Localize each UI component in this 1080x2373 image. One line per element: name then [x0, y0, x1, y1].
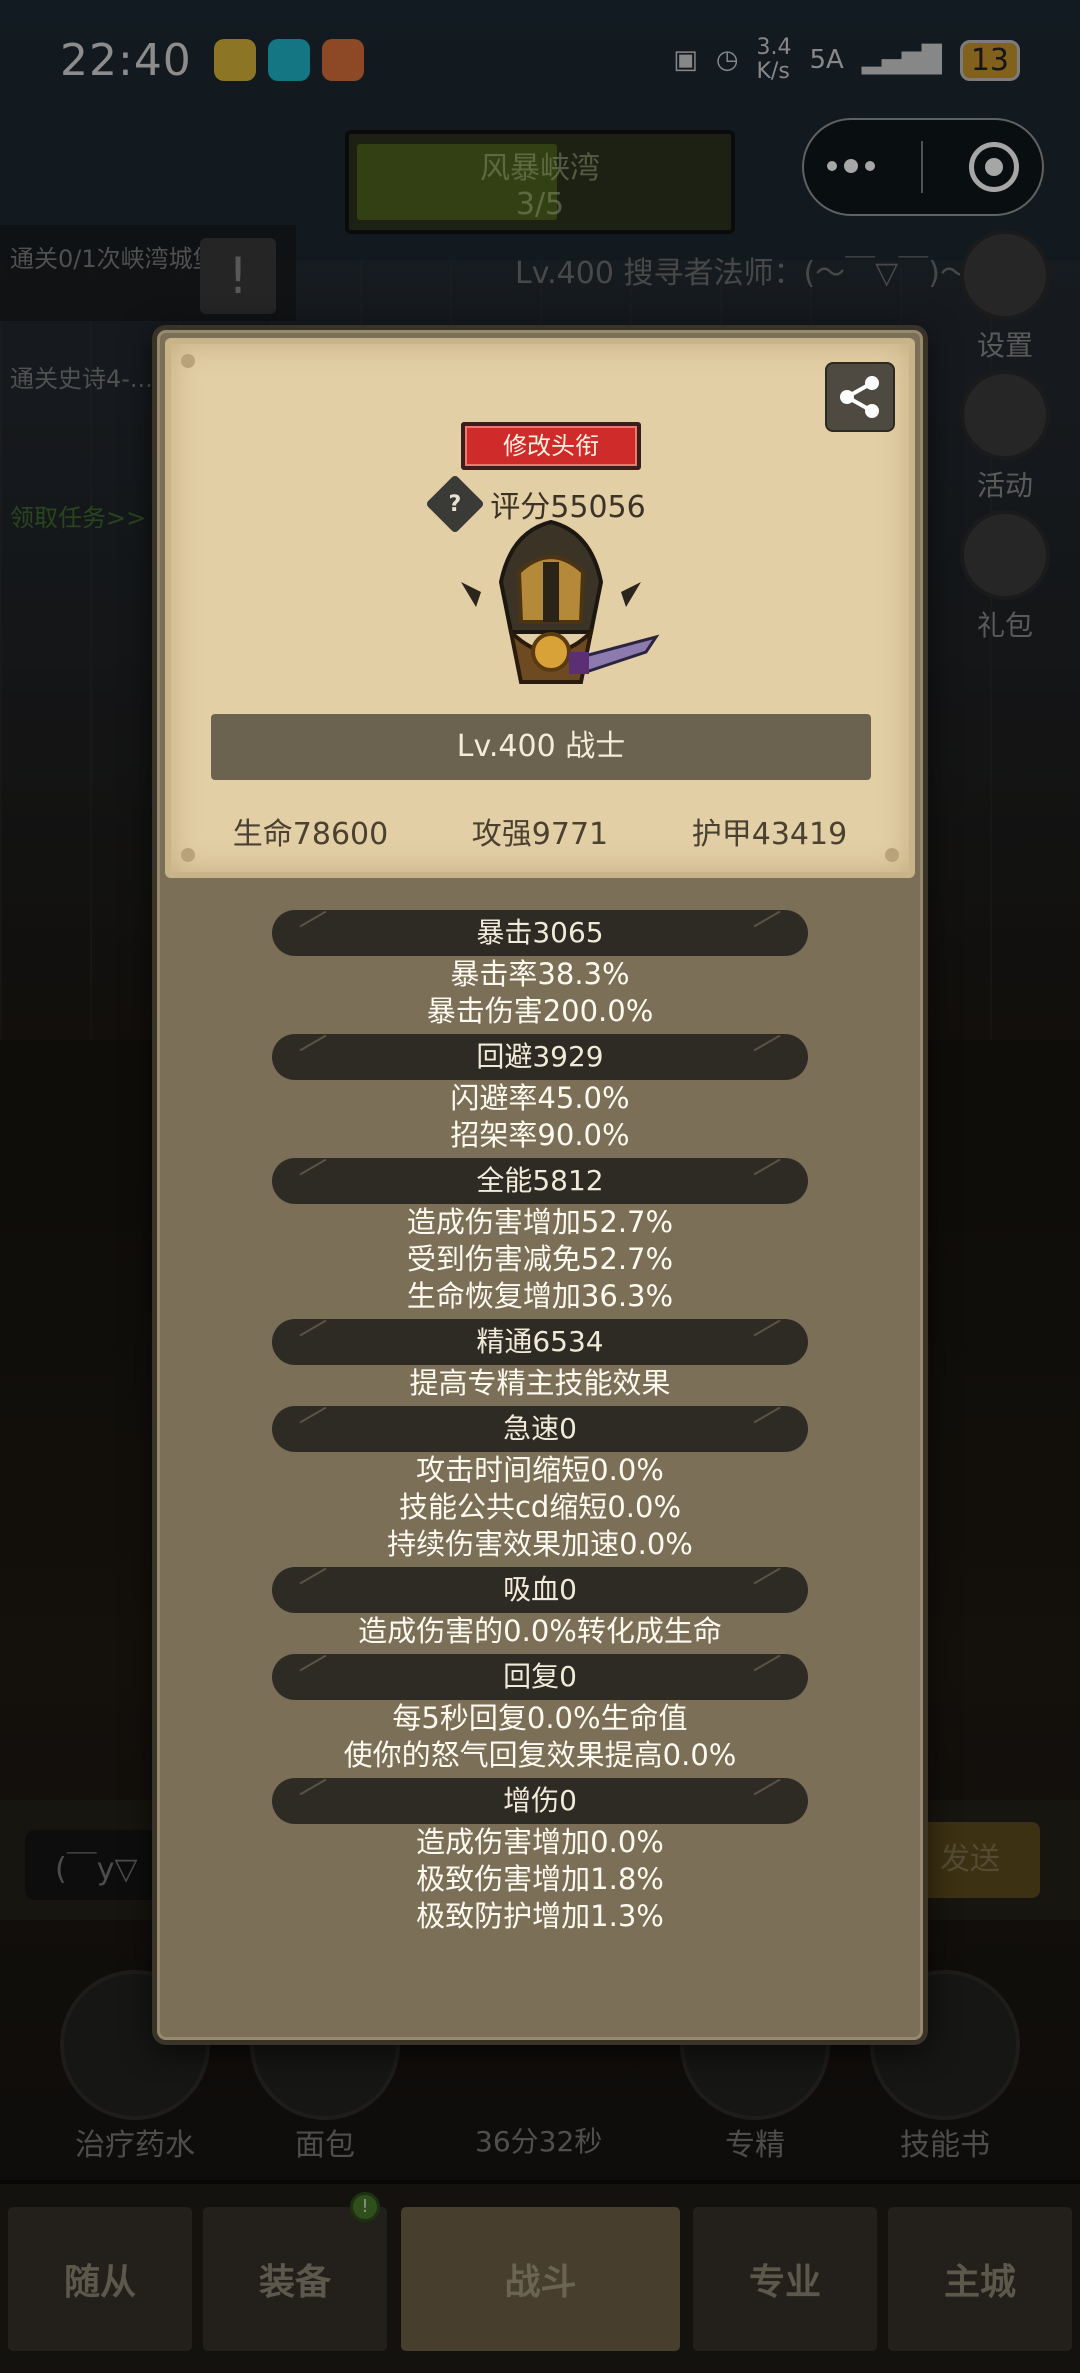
- share-button[interactable]: [825, 362, 895, 432]
- armor-stat: 护甲43419: [691, 817, 848, 852]
- attr-leech: 吸血0 造成伤害的0.0%转化成生命: [157, 1567, 923, 1650]
- attr-detail: 极致防护增加1.3%: [416, 1899, 664, 1933]
- attr-detail: 受到伤害减免52.7%: [406, 1242, 674, 1276]
- attr-detail: 招架率90.0%: [450, 1118, 630, 1152]
- attr-header: 急速0: [272, 1406, 808, 1452]
- attr-mastery: 精通6534 提高专精主技能效果: [157, 1319, 923, 1402]
- attr-detail: 造成伤害增加52.7%: [406, 1205, 674, 1239]
- attr-detail: 持续伤害效果加速0.0%: [387, 1527, 693, 1561]
- attack-power-stat: 攻强9771: [471, 817, 609, 852]
- attr-avoidance: 回避3929 闪避率45.0% 招架率90.0%: [157, 1034, 923, 1154]
- share-icon: [840, 376, 879, 418]
- attr-detail: 造成伤害的0.0%转化成生命: [358, 1614, 722, 1648]
- attr-versatility: 全能5812 造成伤害增加52.7% 受到伤害减免52.7% 生命恢复增加36.…: [157, 1158, 923, 1315]
- attr-haste: 急速0 攻击时间缩短0.0% 技能公共cd缩短0.0% 持续伤害效果加速0.0%: [157, 1406, 923, 1563]
- attribute-list: 暴击3065 暴击率38.3% 暴击伤害200.0% 回避3929 闪避率45.…: [157, 910, 923, 1939]
- attr-header: 精通6534: [272, 1319, 808, 1365]
- warrior-portrait: [461, 519, 660, 684]
- level-class-label: Lv.400 战士: [211, 714, 871, 780]
- attr-detail: 提高专精主技能效果: [409, 1366, 671, 1400]
- attr-header: 吸血0: [272, 1567, 808, 1613]
- attr-detail: 生命恢复增加36.3%: [406, 1279, 674, 1313]
- attr-damage-bonus: 增伤0 造成伤害增加0.0% 极致伤害增加1.8% 极致防护增加1.3%: [157, 1778, 923, 1935]
- attr-detail: 暴击率38.3%: [450, 957, 630, 991]
- attr-detail: 极致伤害增加1.8%: [416, 1862, 664, 1896]
- character-info-card: 修改头衔 ? 评分55056 Lv.400 战士 生命78600 攻强9771 …: [152, 325, 928, 2045]
- edit-title-button[interactable]: 修改头衔: [461, 422, 641, 470]
- attr-crit: 暴击3065 暴击率38.3% 暴击伤害200.0%: [157, 910, 923, 1030]
- attr-header: 回避3929: [272, 1034, 808, 1080]
- attr-detail: 攻击时间缩短0.0%: [416, 1453, 664, 1487]
- base-stats: 生命78600 攻强9771 护甲43419: [171, 809, 909, 853]
- attr-detail: 每5秒回复0.0%生命值: [392, 1701, 688, 1735]
- hp-stat: 生命78600: [232, 817, 389, 852]
- attr-header: 增伤0: [272, 1778, 808, 1824]
- attr-header: 暴击3065: [272, 910, 808, 956]
- attr-detail: 暴击伤害200.0%: [426, 994, 654, 1028]
- attr-detail: 造成伤害增加0.0%: [416, 1825, 664, 1859]
- attr-header: 回复0: [272, 1654, 808, 1700]
- portrait-panel: 修改头衔 ? 评分55056 Lv.400 战士 生命78600 攻强9771 …: [165, 338, 915, 878]
- attr-regen: 回复0 每5秒回复0.0%生命值 使你的怒气回复效果提高0.0%: [157, 1654, 923, 1774]
- attr-header: 全能5812: [272, 1158, 808, 1204]
- rivet: [181, 354, 195, 368]
- attr-detail: 技能公共cd缩短0.0%: [398, 1490, 682, 1524]
- attr-detail: 闪避率45.0%: [450, 1081, 630, 1115]
- attr-detail: 使你的怒气回复效果提高0.0%: [343, 1738, 737, 1772]
